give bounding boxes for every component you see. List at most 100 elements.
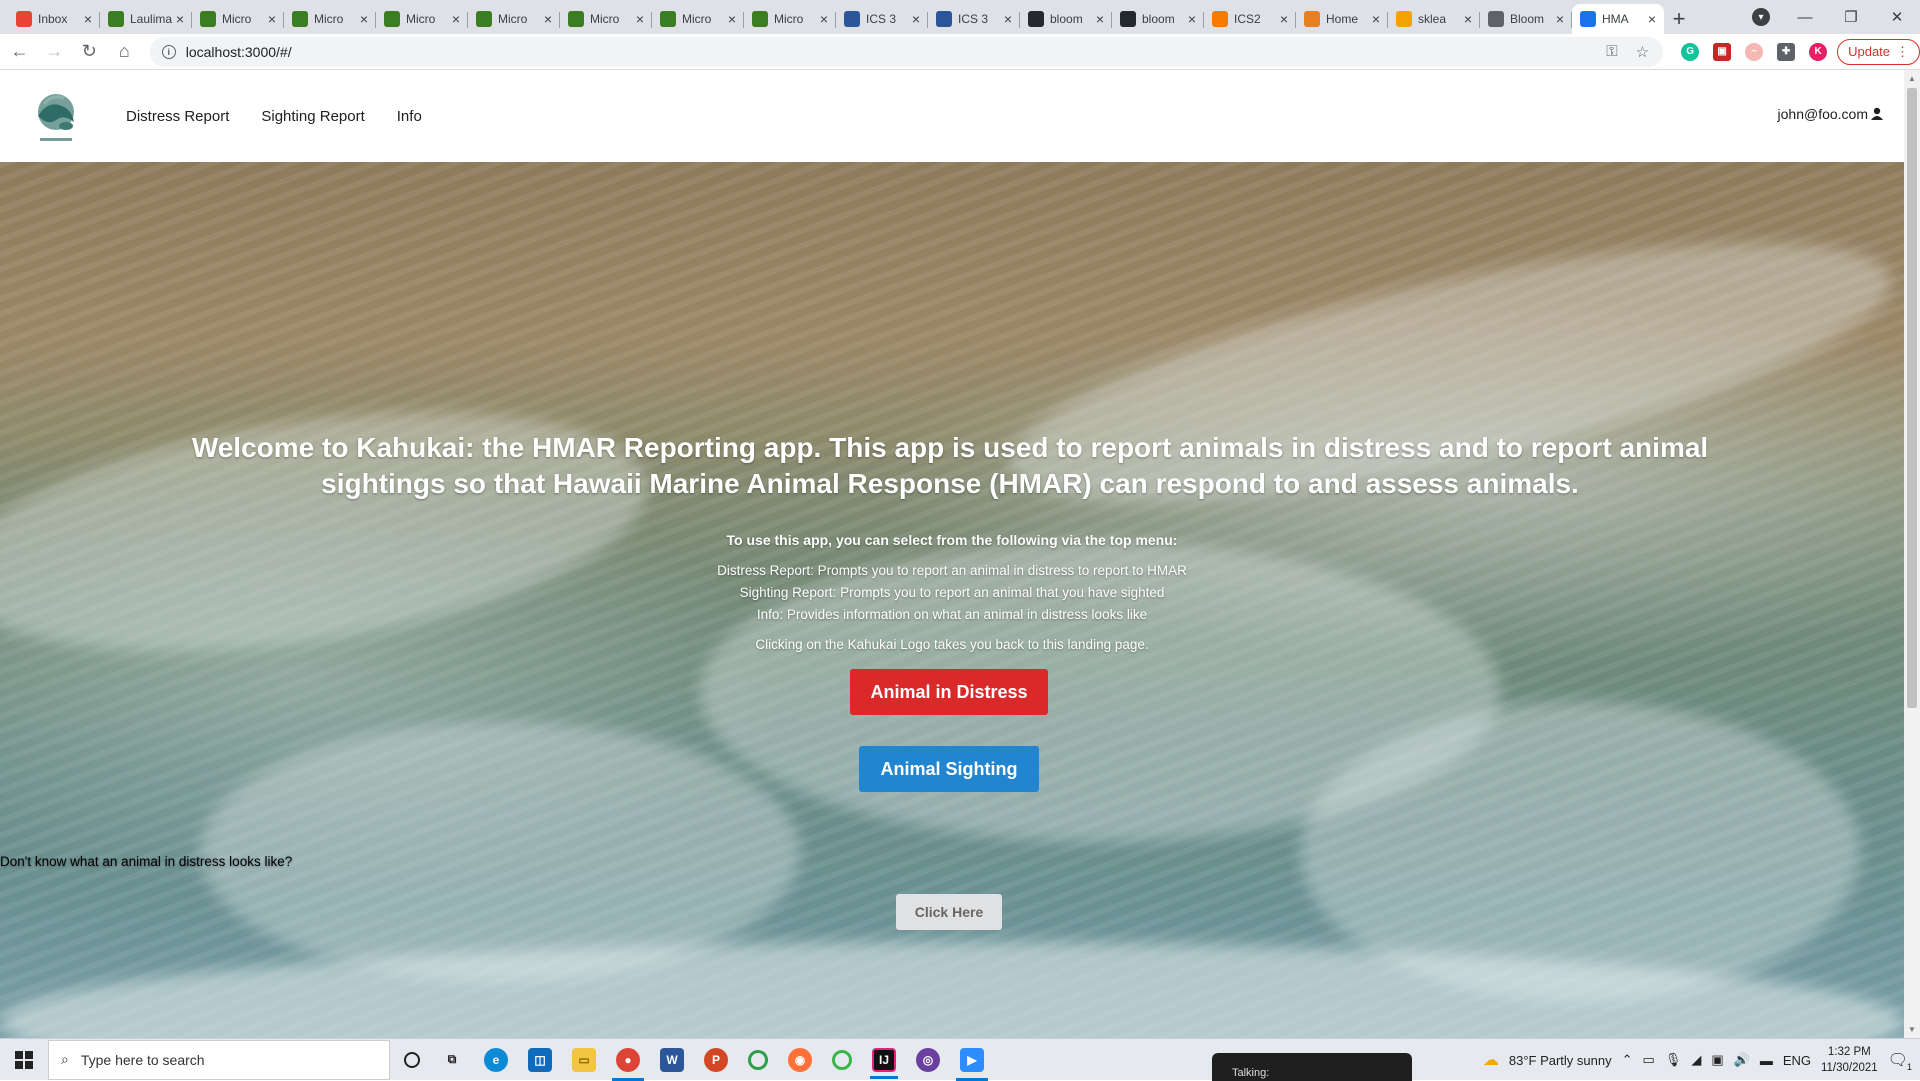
reload-icon[interactable]: ↻: [74, 36, 105, 68]
close-tab-icon[interactable]: ×: [728, 11, 736, 27]
home-icon[interactable]: ⌂: [109, 36, 140, 68]
site-info-icon[interactable]: i: [161, 44, 176, 59]
close-tab-icon[interactable]: ×: [1372, 11, 1380, 27]
extension-feather-icon[interactable]: ~: [1745, 42, 1764, 61]
forward-icon[interactable]: →: [39, 36, 70, 68]
task-view-icon[interactable]: ⧉: [440, 1048, 464, 1072]
cortana-icon[interactable]: [404, 1051, 420, 1068]
tab-title: Micro: [314, 12, 344, 26]
outlook-icon[interactable]: ◫: [528, 1047, 552, 1072]
close-tab-icon[interactable]: ×: [544, 11, 552, 27]
user-menu[interactable]: john@foo.com: [1778, 106, 1884, 122]
clock[interactable]: 1:32 PM 11/30/2021: [1821, 1044, 1878, 1076]
file-explorer-icon[interactable]: ▭: [572, 1047, 596, 1072]
kebab-menu-icon[interactable]: ⋮: [1896, 44, 1909, 60]
browser-tab[interactable]: Micro ×: [652, 4, 744, 34]
grammarly-extension-icon[interactable]: G: [1681, 42, 1700, 61]
microphone-icon[interactable]: 🎙: [1665, 1052, 1682, 1068]
browser-tab[interactable]: ICS 3 ×: [928, 4, 1020, 34]
notification-center-icon[interactable]: 🗨 1: [1888, 1050, 1912, 1072]
browser-tab[interactable]: bloom ×: [1112, 4, 1204, 34]
firefox-icon[interactable]: ◉: [788, 1047, 812, 1072]
word-icon[interactable]: W: [660, 1047, 684, 1072]
minimize-icon[interactable]: —: [1782, 0, 1828, 34]
scroll-down-icon[interactable]: ▼: [1908, 1025, 1916, 1034]
nav-link-sighting-report[interactable]: Sighting Report: [261, 108, 364, 125]
close-tab-icon[interactable]: ×: [1648, 11, 1656, 27]
globe-icon: [1488, 11, 1504, 27]
battery-icon[interactable]: ▬: [1760, 1053, 1773, 1068]
profile-avatar[interactable]: K: [1809, 42, 1828, 61]
volume-icon[interactable]: 🔊: [1734, 1052, 1750, 1068]
scrollbar-thumb[interactable]: [1907, 88, 1917, 708]
close-tab-icon[interactable]: ×: [360, 11, 368, 27]
meet-now-icon[interactable]: ▭: [1643, 1052, 1655, 1068]
close-tab-icon[interactable]: ×: [912, 11, 920, 27]
animal-sighting-button[interactable]: Animal Sighting: [859, 746, 1039, 792]
close-tab-icon[interactable]: ×: [636, 11, 644, 27]
new-tab-icon[interactable]: +: [1664, 4, 1694, 34]
browser-tab[interactable]: Laulima ×: [100, 4, 192, 34]
green-circle-app-icon[interactable]: [748, 1049, 768, 1070]
browser-tab[interactable]: Micro ×: [192, 4, 284, 34]
close-tab-icon[interactable]: ×: [1096, 11, 1104, 27]
close-tab-icon[interactable]: ×: [1464, 11, 1472, 27]
chrome-icon[interactable]: ●: [612, 1047, 644, 1081]
close-tab-icon[interactable]: ×: [452, 11, 460, 27]
intellij-icon[interactable]: IJ: [870, 1047, 898, 1079]
kahukai-logo[interactable]: [26, 86, 86, 146]
close-tab-icon[interactable]: ×: [820, 11, 828, 27]
tab-active[interactable]: HMA ×: [1572, 4, 1664, 34]
close-tab-icon[interactable]: ×: [1280, 11, 1288, 27]
weather-text[interactable]: 83°F Partly sunny: [1509, 1053, 1612, 1068]
display-icon[interactable]: ▣: [1711, 1052, 1723, 1068]
language-indicator[interactable]: ENG: [1783, 1053, 1811, 1068]
taskbar-search-box[interactable]: ⌕ Type here to search: [48, 1039, 390, 1080]
address-bar[interactable]: i localhost:3000/#/ ⚿ ☆: [149, 36, 1664, 67]
click-here-button[interactable]: Click Here: [896, 894, 1002, 930]
podcast-app-icon[interactable]: ◎: [916, 1047, 940, 1072]
back-icon[interactable]: ←: [4, 36, 35, 68]
tab-search-icon[interactable]: ▾: [1752, 8, 1770, 26]
browser-tab[interactable]: ICS2 ×: [1204, 4, 1296, 34]
browser-tab[interactable]: Home ×: [1296, 4, 1388, 34]
close-tab-icon[interactable]: ×: [1556, 11, 1564, 27]
close-tab-icon[interactable]: ×: [1188, 11, 1196, 27]
browser-tab[interactable]: Micro ×: [744, 4, 836, 34]
key-icon[interactable]: ⚿: [1606, 43, 1617, 61]
powerpoint-icon[interactable]: P: [704, 1047, 728, 1072]
edge-icon[interactable]: e: [484, 1047, 508, 1072]
bookmark-star-icon[interactable]: ☆: [1636, 43, 1649, 61]
update-button[interactable]: Update ⋮: [1837, 38, 1920, 65]
zoom-icon[interactable]: ▶: [956, 1047, 988, 1081]
nav-link-distress-report[interactable]: Distress Report: [126, 108, 229, 125]
page-scrollbar[interactable]: ▲ ▼: [1904, 70, 1920, 1038]
windows-start-icon[interactable]: [0, 1050, 48, 1069]
nav-link-info[interactable]: Info: [397, 108, 422, 125]
browser-tab[interactable]: Micro ×: [376, 4, 468, 34]
green-ring-app-icon[interactable]: [832, 1049, 852, 1070]
tray-chevron-icon[interactable]: ⌃: [1622, 1052, 1633, 1068]
extension-red-icon[interactable]: ▣: [1713, 42, 1732, 61]
close-tab-icon[interactable]: ×: [84, 11, 92, 27]
network-icon[interactable]: ◢: [1691, 1052, 1701, 1068]
animal-in-distress-button[interactable]: Animal in Distress: [850, 669, 1048, 715]
scroll-up-icon[interactable]: ▲: [1908, 74, 1916, 83]
close-tab-icon[interactable]: ×: [268, 11, 276, 27]
tab-title: HMA: [1602, 12, 1629, 26]
browser-toolbar: ← → ↻ ⌂ i localhost:3000/#/ ⚿ ☆ G ▣ ~ ✚ …: [0, 34, 1920, 70]
browser-tab[interactable]: ICS 3 ×: [836, 4, 928, 34]
close-tab-icon[interactable]: ×: [1004, 11, 1012, 27]
browser-tab[interactable]: Inbox ×: [8, 4, 100, 34]
browser-tab[interactable]: sklea ×: [1388, 4, 1480, 34]
browser-tab[interactable]: Micro ×: [560, 4, 652, 34]
browser-tab[interactable]: Micro ×: [468, 4, 560, 34]
close-window-icon[interactable]: ✕: [1874, 0, 1920, 34]
browser-tab[interactable]: Micro ×: [284, 4, 376, 34]
close-tab-icon[interactable]: ×: [176, 11, 184, 27]
restore-icon[interactable]: ❐: [1828, 0, 1874, 34]
weather-icon[interactable]: ☁: [1483, 1050, 1499, 1070]
extensions-puzzle-icon[interactable]: ✚: [1777, 42, 1796, 61]
browser-tab[interactable]: Bloom ×: [1480, 4, 1572, 34]
browser-tab[interactable]: bloom ×: [1020, 4, 1112, 34]
